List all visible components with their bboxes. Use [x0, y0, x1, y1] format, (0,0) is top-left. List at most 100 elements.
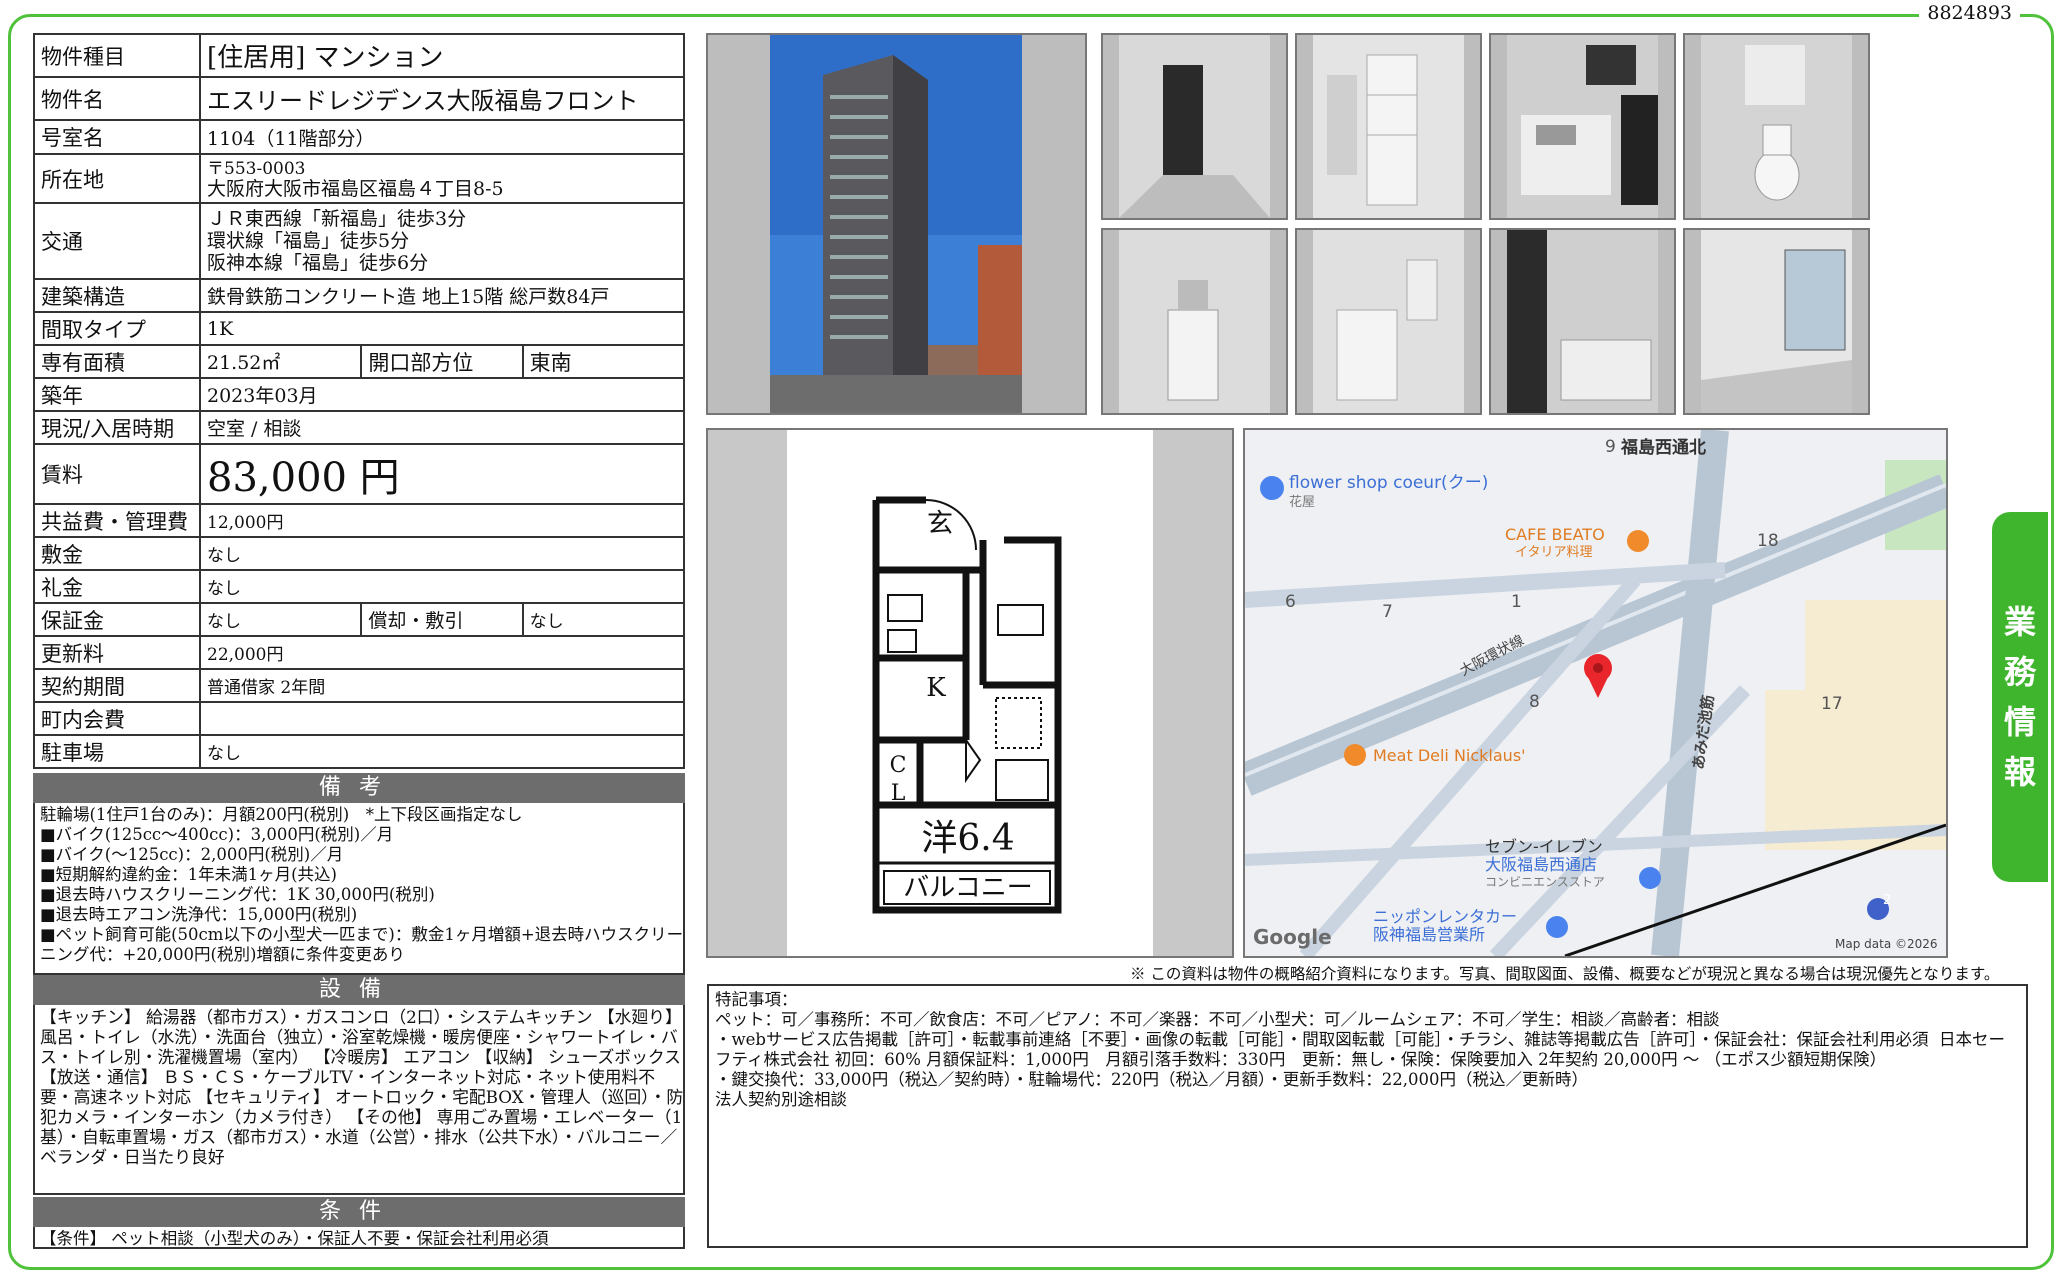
map-block-1: 1 [1511, 592, 1522, 612]
map-block-8: 8 [1529, 692, 1540, 712]
building-exterior-image [770, 35, 1022, 413]
map-canvas: 9 福島西通北 flower shop coeur(クー) 花屋 CAFE BE… [1245, 430, 1946, 956]
map-seven-eleven-store: 大阪福島西通店 [1485, 855, 1597, 874]
map-block-18: 18 [1757, 531, 1779, 551]
map-google-logo: Google [1253, 925, 1332, 949]
transit-line-2: 環状線「福島」徒歩5分 [207, 230, 410, 252]
contract-value: 普通借家 2年間 [199, 668, 685, 703]
renewal-value: 22,000円 [199, 635, 685, 670]
floor-plan-drawing: 玄 K C L 洋6.4 バルコニー [787, 430, 1153, 956]
washbasin-image [1119, 230, 1270, 413]
toilet-image [1701, 35, 1852, 218]
address-label: 所在地 [33, 153, 201, 204]
amortization-label: 償却・敷引 [360, 602, 524, 637]
plan-kitchen-label: K [926, 673, 946, 703]
conditions-header: 条件 [33, 1197, 685, 1227]
guarantee-value: なし [198, 602, 363, 637]
business-info-tab[interactable]: 業務情報 [1992, 512, 2048, 882]
area-label: 専有面積 [33, 344, 201, 379]
kitchen-photo[interactable] [1489, 33, 1676, 220]
property-info-table: 物件種目 [住居用] マンション 物件名 エスリードレジデンス大阪福島フロント 号室… [33, 33, 686, 769]
postal-code: 〒553-0003 [207, 158, 306, 179]
town-fee-label: 町内会費 [33, 701, 201, 736]
status-label: 現況/入居時期 [33, 410, 201, 445]
map-rental-car: ニッポンレンタカー [1373, 907, 1517, 926]
toilet-photo[interactable] [1683, 33, 1870, 220]
equipment-header: 設備 [33, 975, 685, 1005]
bathroom-photo[interactable] [1489, 228, 1676, 415]
plan-entrance-label: 玄 [927, 509, 953, 539]
renewal-label: 更新料 [33, 635, 201, 670]
map-block-6: 6 [1285, 592, 1296, 612]
map-cafe-sub: イタリア料理 [1515, 545, 1592, 560]
guarantee-label: 保証金 [33, 602, 201, 637]
washbasin-photo[interactable] [1101, 228, 1288, 415]
map-seven-eleven: セブン-イレブン [1485, 837, 1603, 856]
plan-closet-c: C [890, 753, 907, 778]
key-money-value: なし [199, 569, 685, 604]
direction-value: 東南 [521, 344, 686, 379]
map-block-2: 2 [1883, 893, 1891, 908]
map-cafe: CAFE BEATO [1505, 525, 1605, 544]
living-room-photo[interactable] [1683, 228, 1870, 415]
special-remarks-text: 特記事項： ペット：可／事務所：不可／飲食店：不可／ピアノ：不可／楽器：不可／小… [715, 990, 2006, 1109]
map-seven-eleven-sub: コンビニエンスストア [1485, 875, 1605, 889]
plan-room-label: 洋6.4 [921, 818, 1014, 859]
map-block-9: 9 [1605, 437, 1616, 457]
laundry-space-image [1313, 230, 1464, 413]
kitchen-image [1507, 35, 1658, 218]
bathroom-image [1507, 230, 1658, 413]
address-value: 大阪府大阪市福島区福島４丁目8-5 [207, 177, 504, 200]
plan-balcony-label: バルコニー [903, 873, 1032, 903]
amortization-value: なし [521, 602, 686, 637]
map-rental-car-office: 阪神福島営業所 [1373, 925, 1485, 944]
storage-photo[interactable] [1295, 33, 1482, 220]
fee-label: 共益費・管理費 [33, 503, 201, 538]
parking-value: なし [199, 734, 685, 769]
plan-closet-l: L [891, 781, 906, 806]
transit-line-3: 阪神本線「福島」徒歩6分 [207, 252, 429, 274]
structure-value: 鉄骨鉄筋コンクリート造 地上15階 総戸数84戸 [199, 278, 685, 313]
floor-plan[interactable]: 玄 K C L 洋6.4 バルコニー [706, 428, 1234, 958]
deposit-label: 敷金 [33, 536, 201, 571]
town-fee-value [199, 701, 685, 736]
map-meat-deli: Meat Deli Nicklaus' [1373, 746, 1526, 765]
structure-label: 建築構造 [33, 278, 201, 313]
map-flower-shop: flower shop coeur(クー) [1289, 473, 1488, 493]
name-label: 物件名 [33, 76, 201, 121]
room-label: 号室名 [33, 119, 201, 155]
rent-label: 賃料 [33, 443, 201, 505]
direction-label: 開口部方位 [360, 344, 524, 379]
notes-text: 駐輪場(1住戸1台のみ)：月額200円(税別) *上下段区画指定なし ■バイク(… [40, 805, 684, 964]
contract-label: 契約期間 [33, 668, 201, 703]
type-label: 物件種目 [33, 33, 201, 78]
equipment-text: 【キッチン】 給湯器（都市ガス）・ガスコンロ（2口）・システムキッチン 【水廻り… [40, 1007, 688, 1167]
layout-value: 1K [199, 311, 685, 346]
notes-header: 備考 [33, 773, 685, 803]
location-map[interactable]: 9 福島西通北 flower shop coeur(クー) 花屋 CAFE BE… [1243, 428, 1948, 958]
disclaimer-text: ※ この資料は物件の概略紹介資料になります。写真、間取図面、設備、概要などが現況… [1130, 965, 2000, 983]
storage-image [1313, 35, 1464, 218]
map-credit: Map data ©2026 [1835, 937, 1938, 951]
special-remarks-box: 特記事項： ペット：可／事務所：不可／飲食店：不可／ピアノ：不可／楽器：不可／小… [707, 984, 2028, 1248]
transit-line-1: ＪＲ東西線「新福島」徒歩3分 [207, 208, 467, 230]
type-value: [住居用] マンション [199, 33, 685, 78]
map-street-label: 福島西通北 [1620, 437, 1706, 458]
document-id: 8824893 [1919, 2, 2020, 24]
key-money-label: 礼金 [33, 569, 201, 604]
business-info-tab-label: 業務情報 [2003, 603, 2036, 791]
map-flower-shop-sub: 花屋 [1289, 494, 1315, 510]
parking-label: 駐車場 [33, 734, 201, 769]
status-value: 空室 / 相談 [199, 410, 685, 445]
map-block-17: 17 [1821, 694, 1843, 714]
living-room-image [1701, 230, 1852, 413]
layout-label: 間取タイプ [33, 311, 201, 346]
map-block-7: 7 [1382, 602, 1393, 622]
area-value: 21.52㎡ [198, 344, 363, 379]
entrance-image [1119, 35, 1270, 218]
entrance-photo[interactable] [1101, 33, 1288, 220]
laundry-space-photo[interactable] [1295, 228, 1482, 415]
built-value: 2023年03月 [199, 377, 685, 412]
deposit-value: なし [199, 536, 685, 571]
building-exterior-photo[interactable] [706, 33, 1087, 415]
